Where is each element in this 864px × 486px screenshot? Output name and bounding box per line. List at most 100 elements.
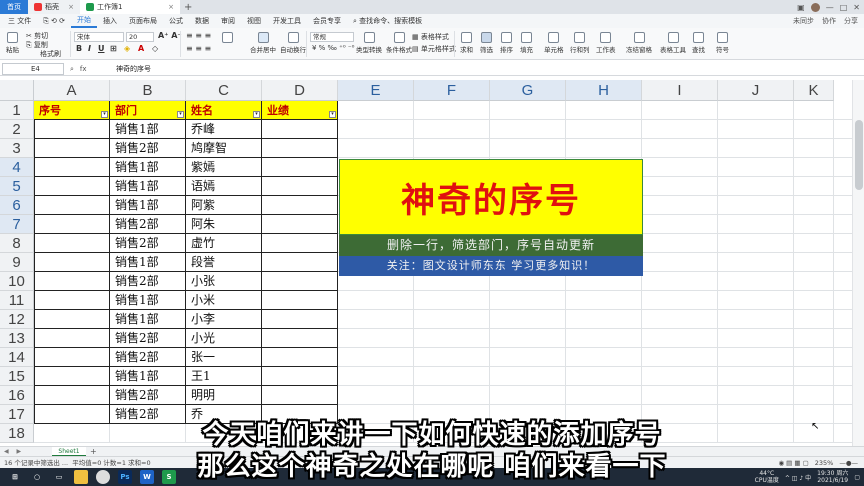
dept-cell[interactable]: 销售1部 bbox=[110, 310, 186, 329]
close-icon[interactable]: × bbox=[168, 3, 174, 11]
font-color-button[interactable]: A bbox=[138, 44, 144, 53]
align-left-icon[interactable]: ≡ ≡ ≡ bbox=[186, 44, 211, 53]
menu-insert[interactable]: 插入 bbox=[97, 14, 123, 28]
name-cell[interactable]: 小米 bbox=[186, 291, 262, 310]
row-header-2[interactable]: 2 bbox=[0, 120, 34, 139]
indent-button[interactable] bbox=[222, 32, 233, 44]
name-cell[interactable]: 紫嫣 bbox=[186, 158, 262, 177]
name-cell[interactable]: 乔峰 bbox=[186, 120, 262, 139]
menu-formulas[interactable]: 公式 bbox=[163, 14, 189, 28]
tab-home[interactable]: 首页 bbox=[0, 0, 28, 14]
serial-cell[interactable] bbox=[34, 196, 110, 215]
serial-cell[interactable] bbox=[34, 367, 110, 386]
performance-cell[interactable] bbox=[262, 291, 338, 310]
share-button[interactable]: 分享 bbox=[844, 16, 858, 26]
sync-status[interactable]: 未同步 bbox=[793, 16, 814, 26]
clear-button[interactable]: ◇ bbox=[152, 44, 158, 53]
row-header-15[interactable]: 15 bbox=[0, 367, 34, 386]
name-cell[interactable]: 张一 bbox=[186, 348, 262, 367]
percent-icon[interactable]: ¥ % ‰ ⁺⁰ ⁻⁰ bbox=[312, 44, 354, 52]
table-style-button[interactable]: ▦ 表格样式 bbox=[412, 32, 449, 42]
performance-cell[interactable] bbox=[262, 177, 338, 196]
serial-cell[interactable] bbox=[34, 253, 110, 272]
select-all-corner[interactable] bbox=[0, 80, 34, 101]
menu-home[interactable]: 开始 bbox=[71, 14, 98, 28]
quick-access[interactable]: ⎘ ⟲ ⟳ bbox=[37, 14, 71, 28]
filter-dropdown-icon[interactable]: ▾ bbox=[101, 111, 108, 118]
tab-workbook[interactable]: 工作簿1 × bbox=[80, 0, 180, 14]
performance-cell[interactable] bbox=[262, 158, 338, 177]
column-header-k[interactable]: K bbox=[794, 80, 834, 101]
column-header-e[interactable]: E bbox=[338, 80, 414, 101]
dept-cell[interactable]: 销售1部 bbox=[110, 158, 186, 177]
sort-button[interactable]: 排序 bbox=[500, 32, 513, 54]
fx-icon[interactable]: fx bbox=[80, 63, 87, 75]
performance-cell[interactable] bbox=[262, 272, 338, 291]
row-header-8[interactable]: 8 bbox=[0, 234, 34, 253]
row-header-6[interactable]: 6 bbox=[0, 196, 34, 215]
align-top-icon[interactable]: ≡ ≡ ≡ bbox=[186, 31, 211, 40]
column-header-i[interactable]: I bbox=[642, 80, 718, 101]
italic-button[interactable]: I bbox=[88, 44, 91, 53]
performance-cell[interactable] bbox=[262, 367, 338, 386]
zoom-icon[interactable]: ⌕ bbox=[70, 63, 74, 75]
wrap-text-button[interactable]: 自动换行 bbox=[280, 32, 306, 54]
serial-cell[interactable] bbox=[34, 234, 110, 253]
symbol-button[interactable]: 符号 bbox=[716, 32, 729, 54]
name-cell[interactable]: 小张 bbox=[186, 272, 262, 291]
row-header-10[interactable]: 10 bbox=[0, 272, 34, 291]
menu-page-layout[interactable]: 页面布局 bbox=[123, 14, 163, 28]
row-header-14[interactable]: 14 bbox=[0, 348, 34, 367]
row-header-3[interactable]: 3 bbox=[0, 139, 34, 158]
serial-cell[interactable] bbox=[34, 329, 110, 348]
dept-cell[interactable]: 销售2部 bbox=[110, 139, 186, 158]
dept-cell[interactable]: 销售1部 bbox=[110, 177, 186, 196]
menu-member[interactable]: 会员专享 bbox=[307, 14, 347, 28]
name-cell[interactable]: 语嫣 bbox=[186, 177, 262, 196]
menu-file[interactable]: 三 文件 bbox=[2, 14, 37, 28]
avatar[interactable] bbox=[810, 2, 820, 12]
fill-button[interactable]: 填充 bbox=[520, 32, 533, 54]
row-header-4[interactable]: 4 bbox=[0, 158, 34, 177]
name-cell[interactable]: 明明 bbox=[186, 386, 262, 405]
dept-cell[interactable]: 销售1部 bbox=[110, 120, 186, 139]
filter-dropdown-icon[interactable]: ▾ bbox=[253, 111, 260, 118]
serial-cell[interactable] bbox=[34, 139, 110, 158]
name-cell[interactable]: 段誉 bbox=[186, 253, 262, 272]
name-cell[interactable]: 阿紫 bbox=[186, 196, 262, 215]
close-icon[interactable]: × bbox=[68, 3, 74, 11]
name-cell[interactable]: 虚竹 bbox=[186, 234, 262, 253]
freeze-button[interactable]: 冻结窗格 bbox=[626, 32, 652, 54]
search-commands[interactable]: ⌕ 查找命令、搜索模板 bbox=[347, 14, 428, 28]
column-header-a[interactable]: A bbox=[34, 80, 110, 101]
name-cell[interactable]: 小光 bbox=[186, 329, 262, 348]
window-close-icon[interactable]: ✕ bbox=[853, 3, 860, 12]
column-header-h[interactable]: H bbox=[566, 80, 642, 101]
menu-data[interactable]: 数据 bbox=[189, 14, 215, 28]
table-tools-button[interactable]: 表格工具 bbox=[660, 32, 686, 54]
serial-cell[interactable] bbox=[34, 215, 110, 234]
cell-button[interactable]: 单元格 bbox=[544, 32, 564, 54]
formula-input[interactable]: 神奇的序号 bbox=[116, 63, 151, 75]
header-cell-a[interactable]: 序号 ▾ bbox=[34, 101, 110, 120]
row-header-5[interactable]: 5 bbox=[0, 177, 34, 196]
serial-cell[interactable] bbox=[34, 291, 110, 310]
layout-icon[interactable]: ▣ bbox=[797, 3, 805, 12]
name-cell[interactable]: 鸠摩智 bbox=[186, 139, 262, 158]
new-tab-button[interactable]: + bbox=[180, 2, 196, 13]
column-header-f[interactable]: F bbox=[414, 80, 490, 101]
vertical-scrollbar[interactable] bbox=[852, 80, 864, 446]
dept-cell[interactable]: 销售2部 bbox=[110, 234, 186, 253]
dept-cell[interactable]: 销售2部 bbox=[110, 272, 186, 291]
underline-button[interactable]: U bbox=[98, 44, 105, 53]
dept-cell[interactable]: 销售1部 bbox=[110, 367, 186, 386]
performance-cell[interactable] bbox=[262, 310, 338, 329]
merge-center-button[interactable]: 合并居中 bbox=[250, 32, 276, 54]
row-header-11[interactable]: 11 bbox=[0, 291, 34, 310]
serial-cell[interactable] bbox=[34, 120, 110, 139]
dept-cell[interactable]: 销售2部 bbox=[110, 215, 186, 234]
performance-cell[interactable] bbox=[262, 253, 338, 272]
row-header-13[interactable]: 13 bbox=[0, 329, 34, 348]
name-cell[interactable]: 阿朱 bbox=[186, 215, 262, 234]
performance-cell[interactable] bbox=[262, 348, 338, 367]
